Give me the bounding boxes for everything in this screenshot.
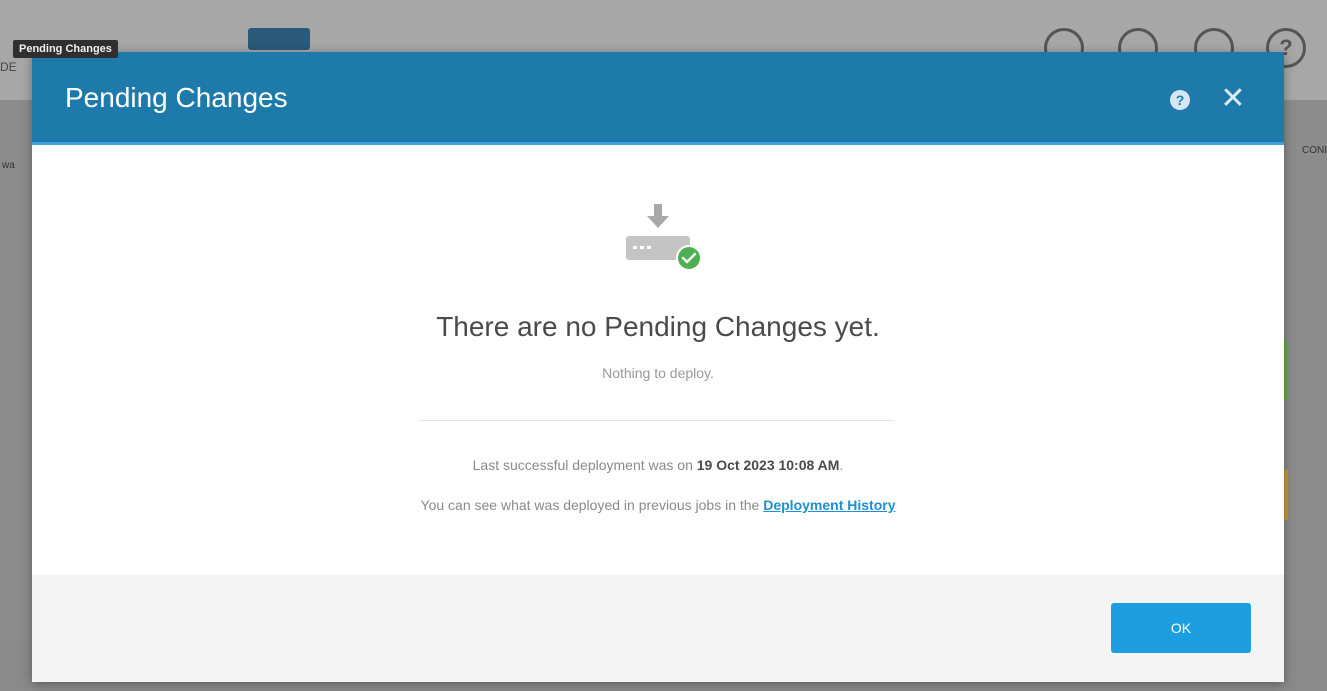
- dialog-footer: OK: [32, 575, 1284, 682]
- pending-changes-dialog: Pending Changes ? ✕ There are no Pending…: [32, 52, 1284, 682]
- pending-changes-tooltip: Pending Changes: [13, 40, 118, 58]
- empty-state-title: There are no Pending Changes yet.: [436, 311, 880, 342]
- empty-state-subtitle: Nothing to deploy.: [602, 365, 714, 381]
- last-deploy-prefix: Last successful deployment was on: [472, 457, 697, 473]
- deploy-success-icon: [626, 204, 702, 271]
- help-icon[interactable]: ?: [1170, 90, 1190, 110]
- history-prefix: You can see what was deployed in previou…: [420, 497, 764, 513]
- dialog-title: Pending Changes: [65, 82, 288, 113]
- dialog-header: Pending Changes ? ✕: [32, 52, 1284, 145]
- deployment-history-info: You can see what was deployed in previou…: [32, 497, 1284, 513]
- app-edge-label: CONI: [1302, 145, 1327, 156]
- last-deploy-date: 19 Oct 2023 10:08 AM: [696, 457, 840, 473]
- close-icon[interactable]: ✕: [1218, 82, 1248, 116]
- last-deployment-info: Last successful deployment was on 19 Oct…: [32, 457, 1284, 473]
- app-left-fragment: DE: [0, 60, 17, 74]
- status-strip-green: [1284, 340, 1288, 400]
- dialog-body: There are no Pending Changes yet. Nothin…: [32, 145, 1284, 575]
- last-deploy-suffix: .: [839, 457, 844, 473]
- device-icon[interactable]: [248, 28, 310, 50]
- ok-button[interactable]: OK: [1111, 603, 1251, 653]
- app-edge-label-left: wa: [2, 160, 15, 171]
- divider: [420, 420, 895, 421]
- deployment-history-link[interactable]: Deployment History: [763, 497, 895, 513]
- status-strip-orange: [1284, 470, 1288, 520]
